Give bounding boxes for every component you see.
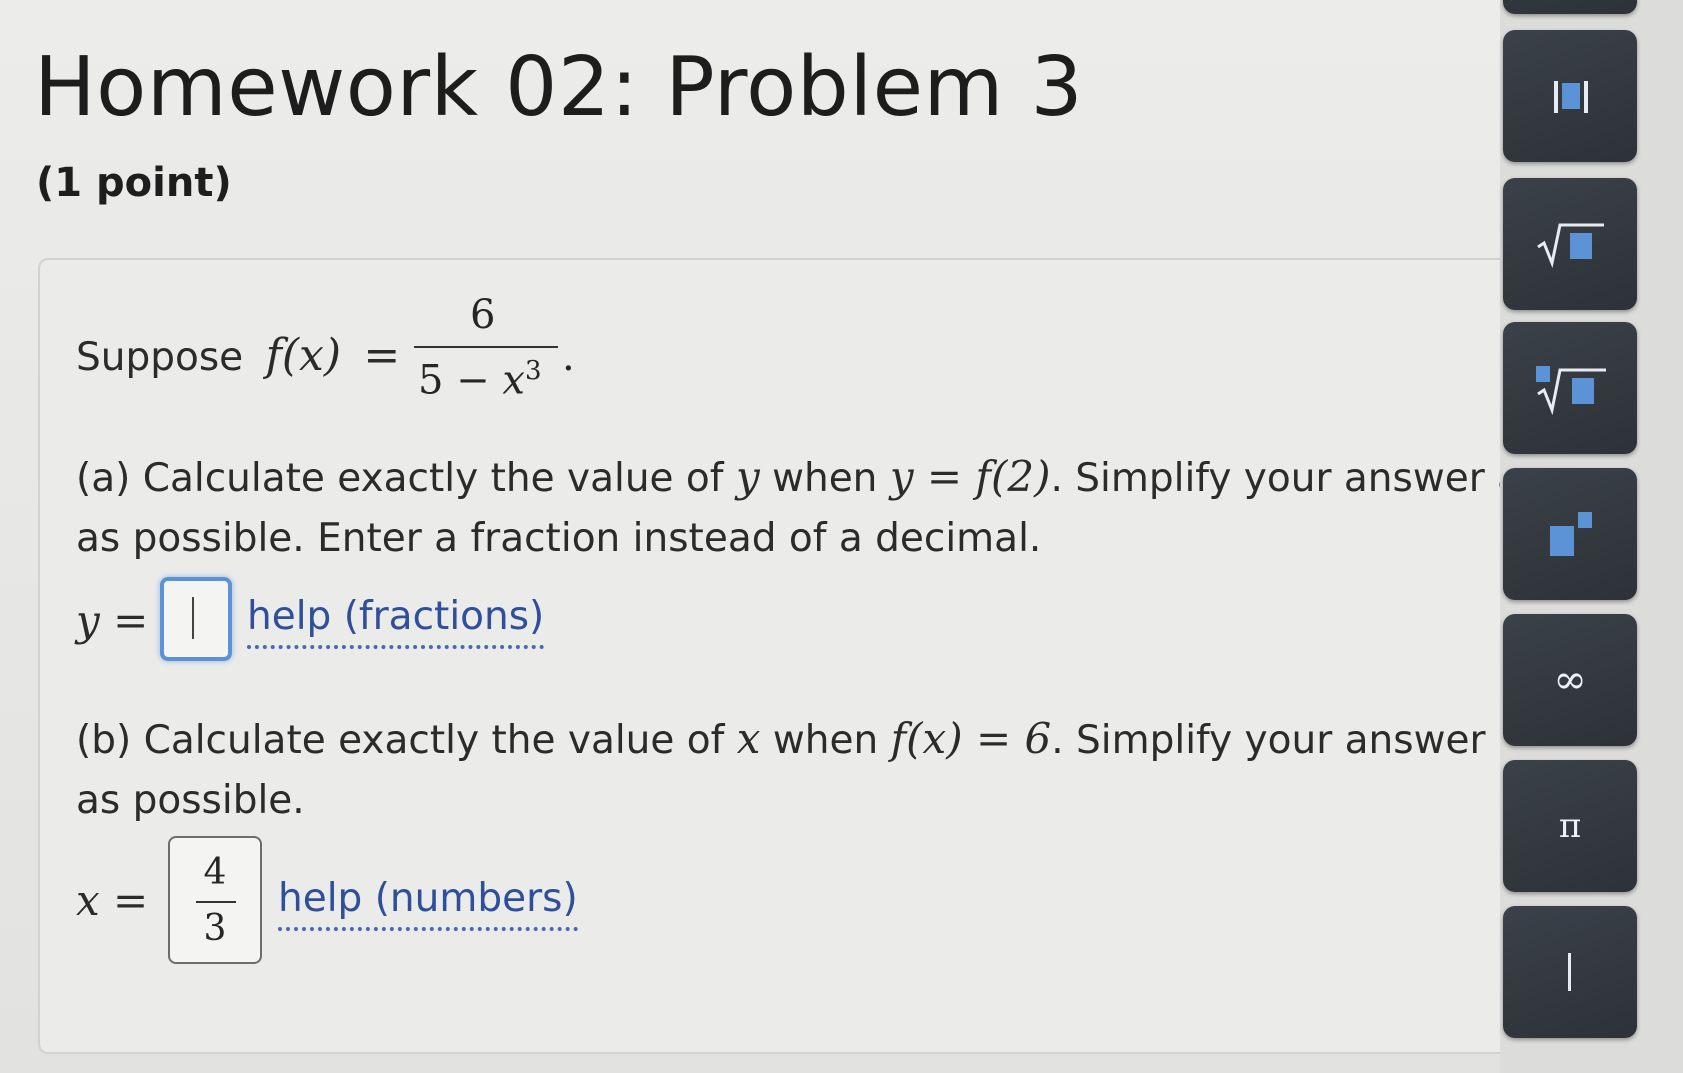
function-denominator: 5 − x3 — [418, 356, 542, 403]
part-b-text-post: . Simplify your answer as — [1051, 718, 1543, 763]
nth-root-button[interactable] — [1503, 322, 1637, 454]
part-a-text-post: . Simplify your answer as — [1050, 456, 1542, 501]
answer-b-numerator: 4 — [203, 852, 227, 893]
part-b-condition: f(x) = 6 — [890, 714, 1052, 763]
help-fractions-link[interactable]: help (fractions) — [247, 594, 545, 649]
absolute-value-icon — [1568, 953, 1571, 991]
part-a-answer-label: y = — [76, 596, 149, 645]
toolbar-button-top[interactable] — [1503, 0, 1637, 14]
help-numbers-link[interactable]: help (numbers) — [278, 876, 578, 931]
answer-b-denominator: 3 — [203, 908, 227, 949]
part-b-var-x: x — [736, 714, 761, 763]
fraction-button[interactable] — [1503, 30, 1637, 162]
fraction-icon — [1554, 81, 1588, 113]
part-a-text-pre: (a) Calculate exactly the value of — [76, 456, 724, 501]
part-a-line-1: (a) Calculate exactly the value of y whe… — [76, 452, 1541, 501]
page-title: Homework 02: Problem 3 — [34, 40, 1084, 135]
function-numerator: 6 — [470, 292, 496, 338]
function-period: . — [562, 334, 575, 380]
pi-button[interactable]: π — [1503, 760, 1637, 892]
exponent-icon — [1550, 512, 1592, 556]
part-b-answer-label: x = — [76, 876, 149, 925]
denominator-exponent: 3 — [524, 356, 542, 386]
part-a-when: when — [772, 456, 878, 501]
part-b-line-1: (b) Calculate exactly the value of x whe… — [76, 714, 1542, 763]
part-a-condition: y = f(2) — [889, 452, 1051, 501]
function-definition: Suppose f(x) = — [76, 330, 400, 381]
function-lhs: f(x) — [265, 330, 342, 381]
pi-icon: π — [1558, 806, 1582, 846]
exponent-button[interactable] — [1503, 468, 1637, 600]
infinity-icon: ∞ — [1553, 657, 1587, 703]
part-b-text-pre: (b) Calculate exactly the value of — [76, 718, 725, 763]
answer-input-a[interactable] — [160, 577, 232, 661]
part-a-line-2: as possible. Enter a fraction instead of… — [76, 516, 1042, 561]
problem-page: Homework 02: Problem 3 (1 point) Suppose… — [0, 0, 1542, 1073]
square-root-icon — [1537, 223, 1604, 269]
suppose-text: Suppose — [76, 335, 244, 380]
answer-b-fraction-bar — [196, 901, 236, 903]
function-fraction-bar — [414, 346, 558, 348]
absolute-value-button[interactable] — [1503, 906, 1637, 1038]
text-caret — [192, 597, 194, 639]
part-b-line-2: as possible. — [76, 778, 305, 823]
equals-sign: = — [363, 330, 401, 381]
math-toolbar: ∞ π — [1500, 0, 1683, 1073]
infinity-button[interactable]: ∞ — [1503, 614, 1637, 746]
points-label: (1 point) — [36, 160, 232, 206]
answer-input-b[interactable]: 4 3 — [168, 836, 262, 964]
part-a-var-y: y — [735, 452, 760, 501]
nth-root-icon — [1536, 366, 1606, 416]
square-root-button[interactable] — [1503, 178, 1637, 310]
part-b-when: when — [772, 718, 879, 763]
denominator-variable: x — [502, 357, 525, 404]
denominator-constant: 5 − — [418, 357, 490, 404]
